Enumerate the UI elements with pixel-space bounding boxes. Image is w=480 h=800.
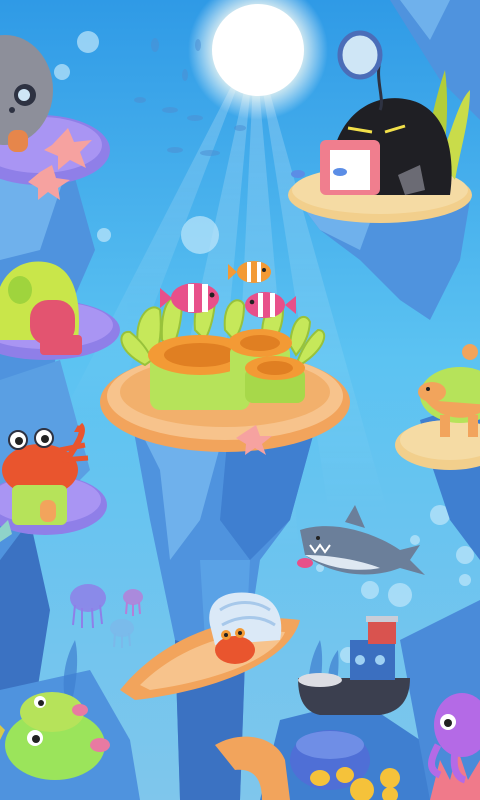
lantern-icon	[337, 30, 383, 80]
anemone-icon	[148, 329, 305, 410]
small-fish-icon	[333, 168, 347, 176]
scene-canvas	[0, 0, 480, 800]
game-scene	[0, 0, 480, 800]
small-fish-icon	[291, 170, 305, 178]
sun-core	[212, 4, 304, 96]
